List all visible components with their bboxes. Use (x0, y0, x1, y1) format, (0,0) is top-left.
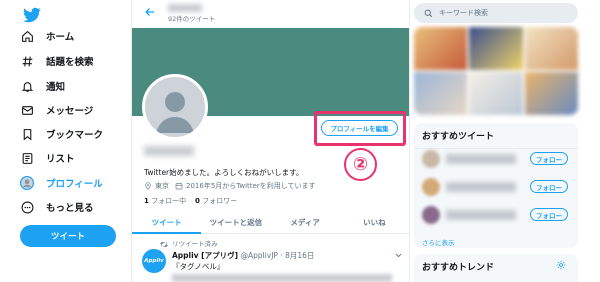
bookmark-icon (20, 127, 34, 141)
blurred-tweet-body (172, 274, 392, 282)
user-avatar (422, 150, 440, 168)
following-link[interactable]: 1 フォロー中 (144, 197, 186, 205)
join-date-text: 2016年5月からTwitterを利用しています (186, 182, 316, 190)
profile-icon (20, 176, 34, 190)
retweet-icon (160, 241, 168, 247)
tweet-author-name[interactable]: Appliv [アプリヴ] (172, 251, 238, 260)
tab-tweets-and-replies[interactable]: ツイートと返信 (201, 212, 270, 233)
tab-tweets[interactable]: ツイート (132, 212, 202, 234)
nav-more-label: もっと見る (46, 203, 94, 214)
profile-tabs: ツイート ツイートと返信 メディア いいね (132, 212, 409, 234)
nav-messages[interactable]: メッセージ (20, 100, 124, 120)
media-thumbnail[interactable] (414, 27, 468, 70)
retweet-label: リツイート済み (172, 240, 218, 248)
blurred-profile-name (144, 146, 194, 156)
blurred-user-name (446, 182, 516, 192)
tab-likes[interactable]: いいね (340, 212, 409, 233)
follow-button[interactable]: フォロー (530, 180, 568, 193)
nav-notifications-label: 通知 (46, 82, 66, 93)
mail-icon (20, 103, 34, 117)
nav-messages-label: メッセージ (46, 106, 94, 117)
search-box[interactable]: キーワード検索 (414, 3, 578, 23)
home-icon (20, 29, 34, 43)
nav-bookmarks[interactable]: ブックマーク (20, 124, 124, 144)
user-avatar (422, 206, 440, 224)
location-pin-icon (145, 182, 151, 190)
right-sidebar: キーワード検索 おすすめツイート フォロー フォロー フォロー さらに表示 おす… (414, 0, 600, 282)
step-number-badge: ② (344, 148, 377, 181)
blurred-user-name (446, 210, 516, 220)
tweet-author-handle: @ApplivJP (240, 251, 278, 260)
calendar-icon (175, 183, 183, 190)
blurred-header-name (168, 4, 202, 12)
nav-explore[interactable]: 話題を検索 (20, 51, 124, 71)
join-date-item: 2016年5月からTwitterを利用しています (175, 181, 316, 191)
tweet-count: 92件のツイート (168, 15, 216, 23)
chevron-down-icon[interactable] (394, 251, 403, 260)
tweet-text: 『タグノベル』 (172, 262, 225, 271)
twitter-logo-icon[interactable] (22, 6, 42, 24)
profile-column: 92件のツイート プロフィールを編集 ② Twitter始めました。よろしくおね… (131, 0, 410, 282)
location-text: 東京 (155, 182, 169, 190)
blurred-user-name (446, 154, 516, 164)
follow-button[interactable]: フォロー (530, 152, 568, 165)
nav-explore-label: 話題を検索 (46, 57, 94, 68)
nav-more[interactable]: もっと見る (20, 197, 124, 217)
gear-icon[interactable] (556, 260, 566, 270)
more-icon (20, 200, 34, 214)
tweet-author-avatar[interactable]: Appliv (142, 249, 166, 273)
search-placeholder: キーワード検索 (439, 9, 488, 17)
recommended-user-row[interactable] (422, 206, 516, 224)
followers-link[interactable]: 0 フォロワー (195, 197, 237, 205)
hashtag-icon (20, 54, 34, 68)
media-thumbnail[interactable] (414, 72, 468, 115)
media-thumbnail[interactable] (469, 27, 523, 70)
profile-header-bar: 92件のツイート (132, 0, 409, 28)
recommended-tweets-panel: おすすめツイート フォロー フォロー フォロー さらに表示 (414, 123, 578, 248)
nav-lists[interactable]: リスト (20, 148, 124, 168)
tweet-button[interactable]: ツイート (20, 225, 116, 247)
tweet-header: Appliv [アプリヴ] @ApplivJP · 8月16日 (172, 250, 314, 261)
profile-bio: Twitter始めました。よろしくおねがいします。 (144, 168, 304, 177)
recommended-trends-title: おすすめトレンド (422, 263, 495, 273)
left-sidebar: ホーム 話題を検索 通知 メッセージ ブックマーク リスト プロフィール もっと… (0, 0, 128, 282)
recommended-user-row[interactable] (422, 150, 516, 168)
recommended-user-row[interactable] (422, 178, 516, 196)
recommended-trends-panel: おすすめトレンド (414, 254, 578, 282)
annotation-highlight-box (314, 111, 406, 146)
search-icon (424, 9, 433, 17)
location-item: 東京 (144, 181, 169, 191)
media-thumbnail[interactable] (524, 27, 578, 70)
nav-notifications[interactable]: 通知 (20, 76, 124, 96)
nav-profile-label: プロフィール (46, 179, 103, 190)
media-thumbnail[interactable] (524, 72, 578, 115)
tab-media[interactable]: メディア (271, 212, 340, 233)
nav-home[interactable]: ホーム (20, 26, 124, 46)
profile-meta: 東京 2016年5月からTwitterを利用しています (144, 181, 322, 191)
followers-count: 0 (195, 197, 200, 205)
nav-profile[interactable]: プロフィール (20, 173, 124, 193)
nav-home-label: ホーム (46, 32, 75, 43)
user-avatar (422, 178, 440, 196)
profile-avatar[interactable] (142, 74, 208, 140)
retweet-indicator: リツイート済み (160, 238, 218, 248)
nav-lists-label: リスト (46, 154, 75, 165)
following-count: 1 (144, 197, 149, 205)
bell-icon (20, 79, 34, 93)
follow-button[interactable]: フォロー (530, 208, 568, 221)
recommended-tweets-title: おすすめツイート (414, 123, 578, 149)
follow-stats: 1 フォロー中 0 フォロワー (144, 196, 237, 206)
media-thumbnail[interactable] (469, 72, 523, 115)
nav-bookmarks-label: ブックマーク (46, 130, 104, 141)
following-label: フォロー中 (151, 197, 187, 205)
show-more-link[interactable]: さらに表示 (422, 237, 455, 247)
back-arrow-icon[interactable] (144, 6, 156, 18)
default-avatar-icon (156, 92, 194, 133)
tweet-date[interactable]: · 8月16日 (280, 251, 314, 260)
list-icon (20, 151, 34, 165)
media-thumbnail-grid[interactable] (414, 27, 578, 115)
followers-label: フォロワー (202, 197, 238, 205)
